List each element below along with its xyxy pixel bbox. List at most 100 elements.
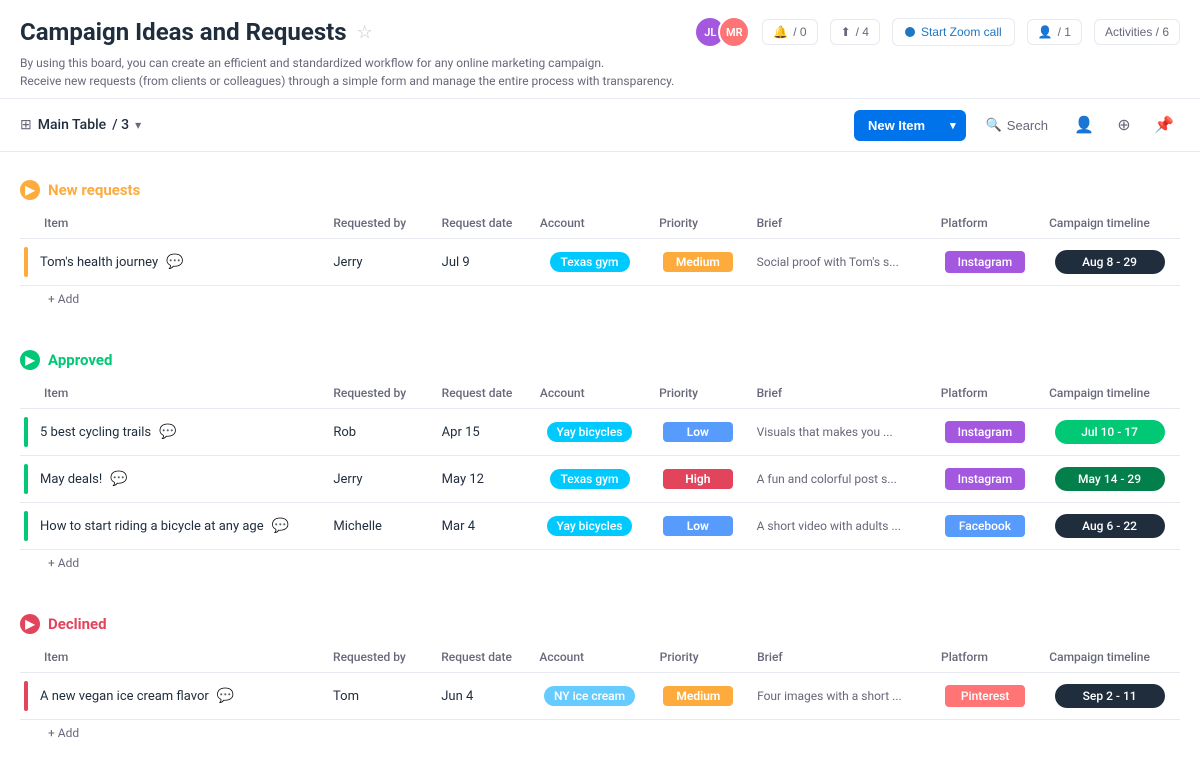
table-row[interactable]: 5 best cycling trails 💬 Rob Apr 15 Yay b…	[20, 409, 1180, 456]
person-settings-icon[interactable]: 👤	[1068, 109, 1100, 141]
notifications-button[interactable]: 🔔 / 0	[762, 19, 817, 45]
account-tag[interactable]: Yay bicycles	[547, 422, 633, 442]
timeline-badge[interactable]: Sep 2 - 11	[1055, 684, 1165, 708]
cell-priority[interactable]: Low	[649, 409, 747, 456]
table-count: / 3	[112, 117, 129, 133]
priority-badge[interactable]: Medium	[663, 252, 733, 272]
cell-priority[interactable]: Medium	[650, 673, 747, 720]
cell-timeline[interactable]: Aug 8 - 29	[1039, 239, 1180, 286]
cell-account[interactable]: Yay bicycles	[530, 503, 649, 550]
col-header-requested-nr: Requested by	[323, 208, 431, 239]
col-header-brief-ap: Brief	[747, 378, 931, 409]
cell-requested-by: Michelle	[323, 503, 431, 550]
subtitle: By using this board, you can create an e…	[20, 54, 1180, 90]
comment-icon[interactable]: 💬	[159, 424, 176, 440]
priority-badge[interactable]: Low	[663, 422, 733, 442]
col-header-date-nr: Request date	[432, 208, 530, 239]
search-button[interactable]: 🔍 Search	[974, 110, 1060, 140]
main-content: ▶ New requests Item Requested by Request…	[0, 172, 1200, 746]
cell-timeline[interactable]: May 14 - 29	[1039, 456, 1180, 503]
table-row[interactable]: A new vegan ice cream flavor 💬 Tom Jun 4…	[20, 673, 1180, 720]
table-header-approved: Item Requested by Request date Account P…	[20, 378, 1180, 409]
group-header-approved[interactable]: ▶ Approved	[20, 342, 1180, 378]
timeline-badge[interactable]: May 14 - 29	[1055, 467, 1165, 491]
table-row[interactable]: Tom's health journey 💬 Jerry Jul 9 Texas…	[20, 239, 1180, 286]
platform-badge[interactable]: Instagram	[945, 468, 1025, 490]
col-header-date-dc: Request date	[431, 642, 529, 673]
group-collapse-icon-new-requests[interactable]: ▶	[20, 180, 40, 200]
cell-brief: A short video with adults ...	[747, 503, 931, 550]
updates-button[interactable]: ⬆ / 4	[830, 19, 880, 45]
cell-request-date: Apr 15	[432, 409, 530, 456]
timeline-badge[interactable]: Aug 8 - 29	[1055, 250, 1165, 274]
cell-item-name: A new vegan ice cream flavor 💬	[20, 673, 323, 720]
timeline-badge[interactable]: Jul 10 - 17	[1055, 420, 1165, 444]
cell-priority[interactable]: High	[649, 456, 747, 503]
comment-icon[interactable]: 💬	[217, 688, 234, 704]
cell-platform[interactable]: Pinterest	[931, 673, 1039, 720]
invite-button[interactable]: 👤 / 1	[1027, 19, 1082, 45]
account-tag[interactable]: NY ice cream	[544, 686, 635, 706]
avatar-2: MR	[718, 16, 750, 48]
group-new-requests: ▶ New requests Item Requested by Request…	[20, 172, 1180, 312]
search-label: Search	[1007, 118, 1048, 133]
cell-platform[interactable]: Instagram	[931, 409, 1039, 456]
account-tag[interactable]: Texas gym	[550, 252, 630, 272]
cell-item-name: May deals! 💬	[20, 456, 323, 503]
platform-badge[interactable]: Pinterest	[945, 685, 1025, 707]
add-row-label[interactable]: + Add	[20, 286, 1180, 313]
platform-badge[interactable]: Instagram	[945, 251, 1025, 273]
cell-account[interactable]: Texas gym	[530, 239, 649, 286]
comment-icon[interactable]: 💬	[166, 254, 183, 270]
col-header-priority-dc: Priority	[650, 642, 747, 673]
cell-account[interactable]: Yay bicycles	[530, 409, 649, 456]
group-header-declined[interactable]: ▶ Declined	[20, 606, 1180, 642]
col-header-timeline-nr: Campaign timeline	[1039, 208, 1180, 239]
new-item-arrow-icon[interactable]: ▾	[940, 111, 966, 140]
cell-platform[interactable]: Instagram	[931, 239, 1039, 286]
priority-badge[interactable]: High	[663, 469, 733, 489]
new-item-button[interactable]: New Item ▾	[854, 110, 966, 141]
priority-badge[interactable]: Low	[663, 516, 733, 536]
cell-priority[interactable]: Low	[649, 503, 747, 550]
add-row-declined[interactable]: + Add	[20, 720, 1180, 747]
priority-badge[interactable]: Medium	[663, 686, 733, 706]
add-row-label[interactable]: + Add	[20, 720, 1180, 747]
cell-platform[interactable]: Facebook	[931, 503, 1039, 550]
group-collapse-icon-approved[interactable]: ▶	[20, 350, 40, 370]
cell-priority[interactable]: Medium	[649, 239, 747, 286]
col-header-brief-nr: Brief	[747, 208, 931, 239]
zoom-call-button[interactable]: Start Zoom call	[892, 18, 1015, 46]
new-item-label: New Item	[854, 110, 939, 141]
platform-badge[interactable]: Instagram	[945, 421, 1025, 443]
add-row-label[interactable]: + Add	[20, 550, 1180, 577]
cell-account[interactable]: Texas gym	[530, 456, 649, 503]
platform-badge[interactable]: Facebook	[945, 515, 1025, 537]
table-row[interactable]: May deals! 💬 Jerry May 12 Texas gym High…	[20, 456, 1180, 503]
group-collapse-icon-declined[interactable]: ▶	[20, 614, 40, 634]
cell-requested-by: Tom	[323, 673, 431, 720]
account-tag[interactable]: Yay bicycles	[547, 516, 633, 536]
chevron-down-icon: ▾	[135, 118, 141, 132]
cell-timeline[interactable]: Jul 10 - 17	[1039, 409, 1180, 456]
group-header-new-requests[interactable]: ▶ New requests	[20, 172, 1180, 208]
cell-item-name: Tom's health journey 💬	[20, 239, 323, 286]
account-tag[interactable]: Texas gym	[550, 469, 630, 489]
comment-icon[interactable]: 💬	[272, 518, 289, 534]
toolbar: ⊞ Main Table / 3 ▾ New Item ▾ 🔍 Search 👤…	[0, 99, 1200, 152]
cell-platform[interactable]: Instagram	[931, 456, 1039, 503]
cell-account[interactable]: NY ice cream	[529, 673, 649, 720]
add-row-approved[interactable]: + Add	[20, 550, 1180, 577]
add-row-new-requests[interactable]: + Add	[20, 286, 1180, 313]
pin-icon[interactable]: 📌	[1148, 109, 1180, 141]
toolbar-left: ⊞ Main Table / 3 ▾	[20, 117, 141, 133]
cell-timeline[interactable]: Aug 6 - 22	[1039, 503, 1180, 550]
cell-timeline[interactable]: Sep 2 - 11	[1039, 673, 1180, 720]
activity-icon[interactable]: ⊕	[1108, 109, 1140, 141]
timeline-badge[interactable]: Aug 6 - 22	[1055, 514, 1165, 538]
favorite-icon[interactable]: ☆	[357, 22, 373, 43]
main-table-selector[interactable]: ⊞ Main Table / 3 ▾	[20, 117, 141, 133]
table-row[interactable]: How to start riding a bicycle at any age…	[20, 503, 1180, 550]
comment-icon[interactable]: 💬	[110, 471, 127, 487]
activities-button[interactable]: Activities / 6	[1094, 19, 1180, 45]
